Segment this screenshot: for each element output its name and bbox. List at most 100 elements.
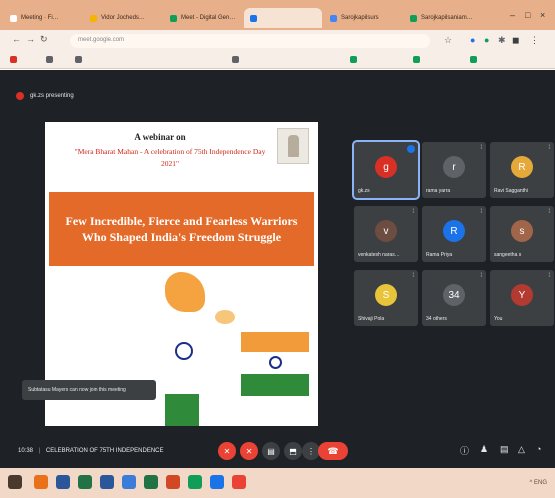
slide-subtitle: "Mera Bharat Mahan - A celebration of 75… [74, 147, 266, 168]
lock-icon[interactable]: ◔ [536, 444, 541, 454]
slide-kicker: A webinar on [134, 132, 186, 142]
participant-tile[interactable]: Y You ⁞ [490, 270, 554, 326]
reload-icon[interactable]: ↻ [40, 34, 48, 45]
activities-icon[interactable]: △ [518, 444, 525, 455]
bookmark-icon[interactable] [10, 56, 17, 63]
people-icon[interactable]: ♟ [480, 444, 488, 455]
join-notification: Subtatasu Mayers can now join this meeti… [22, 380, 156, 400]
ashoka-chakra-icon [175, 342, 193, 360]
close-window-button[interactable]: × [540, 10, 545, 20]
participant-name: sangeetha s [494, 252, 522, 258]
tab-label: Meet - Digital Gen… [181, 15, 236, 21]
participant-avatar: S [375, 284, 397, 306]
emblem-image [277, 128, 309, 164]
taskbar-app-icon[interactable] [122, 475, 136, 489]
taskbar-app-icon[interactable] [144, 475, 158, 489]
participant-tile[interactable]: R Ravi Sagganthi ⁞ [490, 142, 554, 198]
profile-icon[interactable]: ◼ [512, 35, 519, 46]
taskbar-app-icon[interactable] [232, 475, 246, 489]
minimize-button[interactable]: – [510, 10, 515, 20]
speaking-indicator-icon [407, 145, 415, 153]
back-icon[interactable]: ← [12, 34, 21, 44]
participant-avatar: R [443, 220, 465, 242]
start-menu-icon[interactable] [8, 475, 22, 489]
presenting-indicator: gk.zs presenting [16, 92, 74, 100]
mic-off-icon[interactable]: ✕ [218, 442, 236, 460]
muted-icon: ⁞ [412, 209, 414, 215]
participant-name: Ravi Sagganthi [494, 188, 528, 194]
address-input[interactable]: meet.google.com [70, 34, 430, 48]
bookmark-icon[interactable] [46, 56, 53, 63]
tab-favicon-icon [10, 14, 17, 22]
meeting-time: 10:38 [18, 448, 34, 454]
participant-tile[interactable]: r rama yarra ⁞ [422, 142, 486, 198]
tab-label: Sarojkapilsurs [341, 15, 379, 21]
presenter-avatar-icon [16, 92, 24, 100]
participant-avatar: g [375, 156, 397, 178]
tab-label: Sarojkapilsaniam… [421, 15, 473, 21]
camera-off-icon[interactable]: ✕ [240, 442, 258, 460]
forward-icon[interactable]: → [26, 34, 35, 44]
participant-tile[interactable]: s sangeetha s ⁞ [490, 206, 554, 262]
participant-tile[interactable]: S Shivaji Pola ⁞ [354, 270, 418, 326]
participant-avatar: s [511, 220, 533, 242]
participant-tile[interactable]: g gk.zs [352, 140, 420, 200]
menu-icon[interactable]: ⋮ [530, 35, 539, 46]
participant-tile[interactable]: R Rama Priya ⁞ [422, 206, 486, 262]
participant-tile[interactable]: 34 34 others ⁞ [422, 270, 486, 326]
meeting-info: 10:38 | CELEBRATION OF 75TH INDEPENDENCE [18, 448, 164, 454]
participant-name: rama yarra [426, 188, 451, 194]
present-icon[interactable]: ⬒ [284, 442, 302, 460]
participant-tile[interactable]: v venkatesh naras… ⁞ [354, 206, 418, 262]
bookmark-icon[interactable] [75, 56, 82, 63]
tab-label: Vidor Jocheds… [101, 15, 145, 21]
leave-call-button[interactable]: ☎ [318, 442, 348, 460]
system-tray: ^ ENG [529, 480, 547, 486]
bookmark-icon[interactable] [232, 56, 239, 63]
participant-avatar: Y [511, 284, 533, 306]
participant-name: 34 others [426, 316, 447, 322]
participant-avatar: r [443, 156, 465, 178]
meeting-title: CELEBRATION OF 75TH INDEPENDENCE [45, 448, 164, 454]
browser-tab[interactable]: Meet - Digital Gen… [164, 8, 242, 28]
taskbar-app-icon[interactable] [56, 475, 70, 489]
browser-tab[interactable]: Vidor Jocheds… [84, 8, 162, 28]
taskbar-app-icon[interactable] [188, 475, 202, 489]
browser-tab[interactable]: Sarojkapilsaniam… [404, 8, 482, 28]
tab-favicon-icon [330, 14, 337, 22]
flag-decoration [165, 380, 199, 426]
bookmark-icon[interactable] [413, 56, 420, 63]
muted-icon: ⁞ [480, 145, 482, 151]
indian-flag-image [241, 332, 309, 396]
tab-favicon-icon [250, 14, 257, 22]
participant-avatar: 34 [443, 284, 465, 306]
taskbar-app-icon[interactable] [34, 475, 48, 489]
tab-favicon-icon [90, 14, 97, 22]
extension-icon[interactable]: ● [470, 35, 475, 45]
tab-label: Meeting · Fi… [21, 15, 59, 21]
taskbar-app-icon[interactable] [210, 475, 224, 489]
muted-icon: ⁞ [412, 273, 414, 279]
tab-favicon-icon [410, 14, 417, 22]
muted-icon: ⁞ [548, 209, 550, 215]
info-icon[interactable]: ⓘ [460, 444, 469, 457]
taskbar-app-icon[interactable] [78, 475, 92, 489]
bookmark-icon[interactable] [470, 56, 477, 63]
taskbar-app-icon[interactable] [100, 475, 114, 489]
chat-icon[interactable]: ▤ [500, 444, 509, 455]
participant-name: Shivaji Pola [358, 316, 385, 322]
tab-favicon-icon [170, 14, 177, 22]
maximize-button[interactable]: □ [525, 10, 530, 20]
browser-tab[interactable]: Meeting · Fi… [4, 8, 82, 28]
bookmark-icon[interactable] [350, 56, 357, 63]
star-icon[interactable]: ☆ [444, 35, 452, 46]
extension-icon[interactable]: ● [484, 35, 489, 45]
browser-tab[interactable] [244, 8, 322, 28]
muted-icon: ⁞ [480, 209, 482, 215]
muted-icon: ⁞ [480, 273, 482, 279]
taskbar-app-icon[interactable] [166, 475, 180, 489]
puzzle-icon[interactable]: ✱ [498, 35, 506, 46]
captions-icon[interactable]: ▤ [262, 442, 280, 460]
participant-avatar: v [375, 220, 397, 242]
browser-tab[interactable]: Sarojkapilsurs [324, 8, 402, 28]
